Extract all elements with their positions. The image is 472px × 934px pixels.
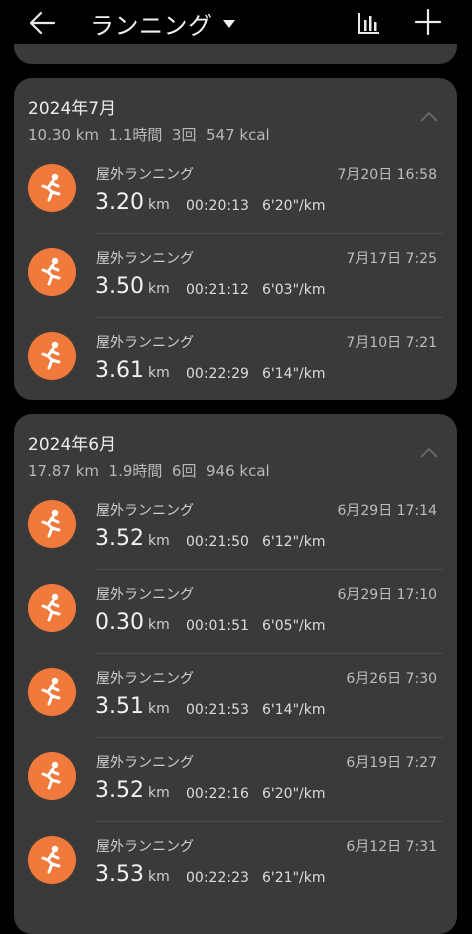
running-person-icon [28,668,76,716]
month-card: 2024年7月 10.30 km 1.1時間 3回 547 kcal 屋外ランニ… [14,78,457,400]
activity-date: 6月29日 17:14 [337,503,437,519]
stats-button[interactable] [356,10,382,36]
running-person-icon [28,752,76,800]
activity-pace: 6'14"/km [262,702,326,718]
activity-type: 屋外ランニング [96,587,194,603]
running-person-icon [28,332,76,380]
activity-duration: 00:22:16 [186,786,249,802]
chevron-up-icon[interactable] [419,110,439,124]
activity-distance: 3.20 km [95,190,170,215]
activity-distance: 0.30 km [95,610,170,635]
activity-pace: 6'05"/km [262,618,326,634]
activity-date: 6月19日 7:27 [346,755,437,771]
activity-type: 屋外ランニング [96,671,194,687]
activity-distance: 3.52 km [95,526,170,551]
activity-date: 6月29日 17:10 [337,587,437,603]
activity-date: 6月12日 7:31 [346,839,437,855]
activity-duration: 00:20:13 [186,198,249,214]
activity-distance: 3.51 km [95,694,170,719]
activity-type: 屋外ランニング [96,167,194,183]
list-item[interactable]: 屋外ランニング 6月12日 7:31 3.53 km 00:22:23 6'21"… [14,822,457,906]
caret-down-icon [222,20,235,28]
running-person-icon [28,248,76,296]
running-person-icon [28,836,76,884]
plus-icon [414,8,442,36]
bar-chart-icon [358,13,379,34]
activity-type: 屋外ランニング [96,839,194,855]
activity-duration: 00:21:53 [186,702,249,718]
list-item[interactable]: 屋外ランニング 6月29日 17:14 3.52 km 00:21:50 6'12… [14,486,457,570]
previous-card-edge [14,44,457,64]
activity-type: 屋外ランニング [96,335,194,351]
running-person-icon [28,164,76,212]
activity-duration: 00:22:29 [186,366,249,382]
activity-pace: 6'14"/km [262,366,326,382]
app-header: ランニング [0,0,472,48]
month-title: 2024年6月 [28,435,117,455]
activity-duration: 00:21:50 [186,534,249,550]
activity-date: 7月20日 16:58 [337,167,437,183]
list-item[interactable]: 屋外ランニング 7月10日 7:21 3.61 km 00:22:29 6'14"… [14,318,457,402]
activity-duration: 00:21:12 [186,282,249,298]
activity-date: 7月10日 7:21 [346,335,437,351]
activity-pace: 6'03"/km [262,282,326,298]
page-title-dropdown[interactable]: ランニング [90,6,235,41]
running-person-icon [28,500,76,548]
chevron-up-icon[interactable] [419,446,439,460]
activity-pace: 6'21"/km [262,870,326,886]
activity-type: 屋外ランニング [96,251,194,267]
activity-date: 7月17日 7:25 [346,251,437,267]
running-person-icon [28,584,76,632]
list-item[interactable]: 屋外ランニング 6月26日 7:30 3.51 km 00:21:53 6'14"… [14,654,457,738]
list-item[interactable]: 屋外ランニング 6月19日 7:27 3.52 km 00:22:16 6'20"… [14,738,457,822]
back-button[interactable] [28,8,58,38]
page-title: ランニング [90,12,213,40]
activity-duration: 00:01:51 [186,618,249,634]
activity-distance: 3.50 km [95,274,170,299]
arrow-left-icon [29,11,56,35]
activity-distance: 3.52 km [95,778,170,803]
activity-date: 6月26日 7:30 [346,671,437,687]
list-item[interactable]: 屋外ランニング 6月29日 17:10 0.30 km 00:01:51 6'05… [14,570,457,654]
activity-pace: 6'20"/km [262,786,326,802]
activity-pace: 6'12"/km [262,534,326,550]
activity-distance: 3.61 km [95,358,170,383]
activity-distance: 3.53 km [95,862,170,887]
month-title: 2024年7月 [28,99,117,119]
month-summary: 17.87 km 1.9時間 6回 946 kcal [28,462,270,480]
add-workout-button[interactable] [414,8,442,36]
list-item[interactable]: 屋外ランニング 7月20日 16:58 3.20 km 00:20:13 6'20… [14,150,457,234]
activity-type: 屋外ランニング [96,755,194,771]
activity-type: 屋外ランニング [96,503,194,519]
activity-pace: 6'20"/km [262,198,326,214]
list-item[interactable]: 屋外ランニング 7月17日 7:25 3.50 km 00:21:12 6'03"… [14,234,457,318]
activity-duration: 00:22:23 [186,870,249,886]
month-summary: 10.30 km 1.1時間 3回 547 kcal [28,126,270,144]
month-card: 2024年6月 17.87 km 1.9時間 6回 946 kcal 屋外ランニ… [14,414,457,934]
